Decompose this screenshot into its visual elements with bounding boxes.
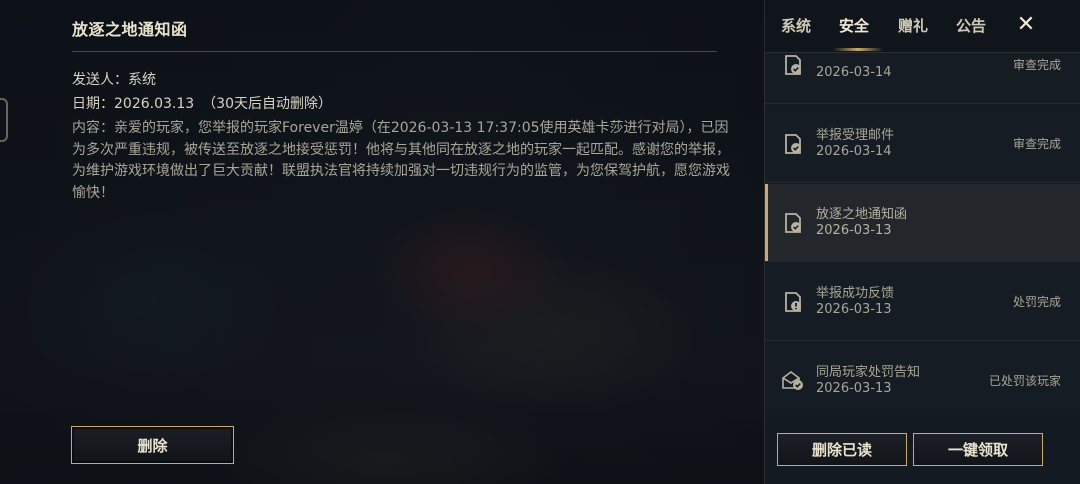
mail-list-item[interactable]: 2026-03-14 审查完成 [765,53,1080,104]
selected-indicator [765,184,768,261]
mail-list-item[interactable]: 举报成功反馈 2026-03-13 处罚完成 [765,263,1080,341]
delete-mail-button[interactable]: 删除 [71,426,234,464]
mail-item-date: 2026-03-14 [816,65,892,80]
mail-date: 日期：2026.03.13 [72,96,195,112]
mail-item-date: 2026-03-13 [816,381,892,396]
tab-security[interactable]: 安全 [839,15,869,36]
report-check-icon [785,134,801,154]
envelope-check-icon [782,371,803,390]
mail-list-item[interactable]: 同局玩家处罚告知 2026-03-13 已处罚该玩家 [765,342,1080,415]
report-check-icon [785,213,801,233]
mail-item-date: 2026-03-13 [816,223,892,238]
mail-item-name: 举报成功反馈 [816,286,895,301]
mail-list-item[interactable]: 举报受理邮件 2026-03-14 审查完成 [765,105,1080,183]
mail-title: 放逐之地通知函 [72,20,188,39]
tab-system[interactable]: 系统 [781,15,811,36]
mail-item-status: 审查完成 [1012,137,1061,151]
mail-item-status: 已处罚该玩家 [988,374,1061,388]
tab-gifts[interactable]: 赠礼 [898,15,928,36]
mail-tabs: 系统 安全 赠礼 公告 ✕ [765,0,1080,53]
mail-item-date: 2026-03-14 [816,144,892,159]
mail-list-panel: 系统 安全 赠礼 公告 ✕ 2026-03-14 审查完成 举报受理邮件 202… [764,0,1080,484]
mail-list-item-selected[interactable]: 放逐之地通知函 2026-03-13 [765,184,1080,262]
mail-item-name: 放逐之地通知函 [816,207,908,222]
mail-item-status: 审查完成 [1012,58,1061,72]
mail-item-date: 2026-03-13 [816,302,892,317]
mail-expiry-note: （30天后自动删除） [202,96,332,112]
mail-list: 2026-03-14 审查完成 举报受理邮件 2026-03-14 审查完成 放… [765,53,1080,415]
report-alert-icon [785,292,801,312]
mail-sender: 发送人：系统 [72,72,156,88]
mail-detail: 放逐之地通知函 发送人：系统 日期：2026.03.13 （30天后自动删除） 内… [0,0,764,484]
close-icon[interactable]: ✕ [1015,12,1037,38]
mail-item-name: 举报受理邮件 [816,128,895,143]
tab-announcements[interactable]: 公告 [956,15,986,36]
claim-all-button[interactable]: 一键领取 [913,433,1043,466]
report-check-icon [785,55,801,75]
active-tab-indicator [833,48,883,51]
delete-read-button[interactable]: 删除已读 [777,433,907,466]
mail-date-line: 日期：2026.03.13 （30天后自动删除） [72,93,332,113]
mail-item-status: 处罚完成 [1012,295,1061,309]
mail-content: 内容：亲爱的玩家，您举报的玩家Forever温婷（在2026-03-13 17:… [72,120,730,201]
mail-item-name: 同局玩家处罚告知 [816,365,921,380]
title-divider [72,51,717,52]
